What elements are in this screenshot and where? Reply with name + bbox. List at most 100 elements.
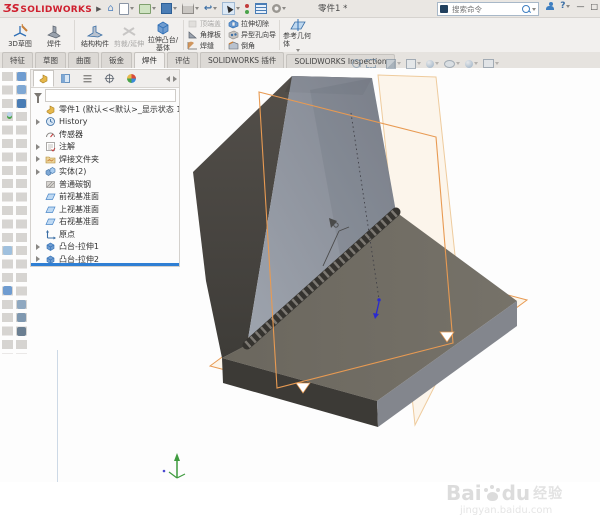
chevron-down-icon <box>474 62 478 65</box>
structural-member-button[interactable]: 结构构件 <box>78 22 112 49</box>
search-input[interactable] <box>450 4 520 15</box>
expand-icon[interactable] <box>36 156 40 162</box>
scroll-right-icon <box>173 76 177 82</box>
tree-item-history[interactable]: History <box>31 116 179 129</box>
tree-filter-input[interactable] <box>45 89 176 102</box>
maximize-button[interactable]: □ <box>590 2 598 11</box>
tab-surfaces[interactable]: 曲面 <box>68 52 99 68</box>
help-menu[interactable]: ? <box>560 1 570 11</box>
expand-icon[interactable] <box>36 244 40 250</box>
rollback-bar[interactable] <box>31 263 179 266</box>
toolbar-icon[interactable] <box>17 72 26 81</box>
tree-root-part[interactable]: 零件1 (默认<<默认>_显示状态 1>) <box>31 103 179 116</box>
expand-icon[interactable] <box>36 169 40 175</box>
tab-features[interactable]: 特征 <box>2 52 33 68</box>
view-orientation-icon <box>406 59 416 69</box>
tab-displaymanager[interactable] <box>121 70 142 87</box>
toolbar-icon[interactable] <box>17 327 26 336</box>
tree-item-origin[interactable]: 原点 <box>31 228 179 241</box>
save-button[interactable] <box>161 3 177 14</box>
extruded-cut-button[interactable]: 拉伸切除 <box>228 19 276 29</box>
weld-bead-button[interactable]: 焊缝 <box>187 41 221 51</box>
chevron-down-icon <box>130 7 134 10</box>
display-style-button[interactable] <box>426 60 439 68</box>
ribbon-group-weld-features: 顶端盖 角撑板 焊缝 <box>184 18 224 52</box>
toolbar-icon[interactable] <box>17 99 26 108</box>
part-icon <box>45 104 56 115</box>
print-button[interactable] <box>182 3 199 14</box>
tree-item-right-plane[interactable]: 右视基准面 <box>31 216 179 229</box>
reference-geometry-button[interactable]: 参考几何体 <box>283 18 313 52</box>
options-button[interactable] <box>245 4 250 14</box>
left-toolbar-column-2[interactable] <box>16 72 27 354</box>
tab-weldments[interactable]: 焊件 <box>134 52 165 69</box>
chamfer-button[interactable]: 倒角 <box>228 41 276 51</box>
toolbar-icon[interactable] <box>17 85 26 94</box>
toolbar-icon[interactable] <box>17 300 26 309</box>
tree-item-weld-folder[interactable]: 焊接文件夹 <box>31 153 179 166</box>
tab-sketch[interactable]: 草图 <box>35 52 66 68</box>
gusset-icon <box>187 30 198 40</box>
view-orientation-button[interactable] <box>406 59 421 69</box>
toolbar-icon[interactable] <box>17 313 26 322</box>
zoom-to-area-button[interactable] <box>366 59 381 68</box>
toolbar-icon[interactable] <box>7 112 12 117</box>
user-account-icon[interactable] <box>546 2 554 10</box>
tab-configurationmanager[interactable] <box>77 70 98 87</box>
tab-propertymanager[interactable] <box>55 70 76 87</box>
command-search[interactable] <box>437 2 539 16</box>
panel-tab-scroll[interactable] <box>166 76 177 82</box>
hole-wizard-button[interactable]: 异型孔向导 <box>228 30 276 40</box>
extrude-icon <box>45 241 56 252</box>
end-cap-button[interactable]: 顶端盖 <box>187 19 221 29</box>
annotations-icon <box>45 141 56 152</box>
chevron-down-icon <box>213 7 217 10</box>
gusset-button[interactable]: 角撑板 <box>187 30 221 40</box>
trim-extend-button[interactable]: 剪裁/延伸 <box>112 22 146 49</box>
tree-item-front-plane[interactable]: 前视基准面 <box>31 191 179 204</box>
tree-item-boss-extrude1[interactable]: 凸台-拉伸1 <box>31 241 179 254</box>
hide-show-items-button[interactable] <box>444 60 460 68</box>
tab-solidworks-addins[interactable]: SOLIDWORKS 插件 <box>200 52 284 68</box>
filter-funnel-icon[interactable] <box>34 93 42 98</box>
expand-icon[interactable] <box>36 144 40 150</box>
tree-item-material[interactable]: 普通碳钢 <box>31 178 179 191</box>
undo-button[interactable]: ↩ <box>204 4 217 14</box>
scroll-left-icon <box>166 76 170 82</box>
tab-sheet-metal[interactable]: 钣金 <box>101 52 132 68</box>
left-toolbar-column-1[interactable] <box>2 72 13 354</box>
extruded-cut-icon <box>228 19 239 29</box>
new-document-button[interactable] <box>119 3 134 15</box>
tab-evaluate[interactable]: 评估 <box>167 52 198 68</box>
ribbon-weldments: 3D草图 焊件 结构构件 剪裁/延伸 拉伸凸台/基体 <box>0 18 600 52</box>
home-button[interactable]: ⌂ <box>107 4 113 14</box>
toolbar-flyout-icon[interactable]: ▶ <box>96 5 101 13</box>
extrude-boss-button[interactable]: 拉伸凸台/基体 <box>146 18 180 52</box>
sketch-3d-icon <box>11 23 29 40</box>
zoom-to-fit-button[interactable] <box>352 59 361 68</box>
chevron-down-icon <box>173 7 177 10</box>
expand-icon[interactable] <box>36 256 40 262</box>
chevron-down-icon[interactable] <box>532 8 536 11</box>
toolbar-icon[interactable] <box>3 286 12 295</box>
tree-item-sensors[interactable]: 传感器 <box>31 128 179 141</box>
tree-item-annotations[interactable]: 注解 <box>31 141 179 154</box>
tree-item-solid-bodies[interactable]: 实体(2) <box>31 166 179 179</box>
tree-item-top-plane[interactable]: 上视基准面 <box>31 203 179 216</box>
select-button[interactable] <box>222 2 240 15</box>
view-settings-button[interactable] <box>483 59 499 68</box>
search-icon[interactable] <box>522 5 530 13</box>
table-button[interactable] <box>255 3 267 14</box>
weldment-button[interactable]: 焊件 <box>37 22 71 49</box>
tab-featuremanager-tree[interactable] <box>33 70 54 87</box>
3d-sketch-button[interactable]: 3D草图 <box>3 22 37 49</box>
edit-appearance-button[interactable] <box>465 60 478 68</box>
settings-button[interactable] <box>272 4 286 13</box>
section-view-button[interactable] <box>386 59 401 69</box>
minimize-button[interactable]: — <box>576 2 584 11</box>
gear-icon <box>272 4 281 13</box>
toolbar-icon[interactable] <box>3 246 12 255</box>
open-button[interactable] <box>139 4 156 14</box>
tab-dimxpertmanager[interactable] <box>99 70 120 87</box>
expand-icon[interactable] <box>36 119 40 125</box>
